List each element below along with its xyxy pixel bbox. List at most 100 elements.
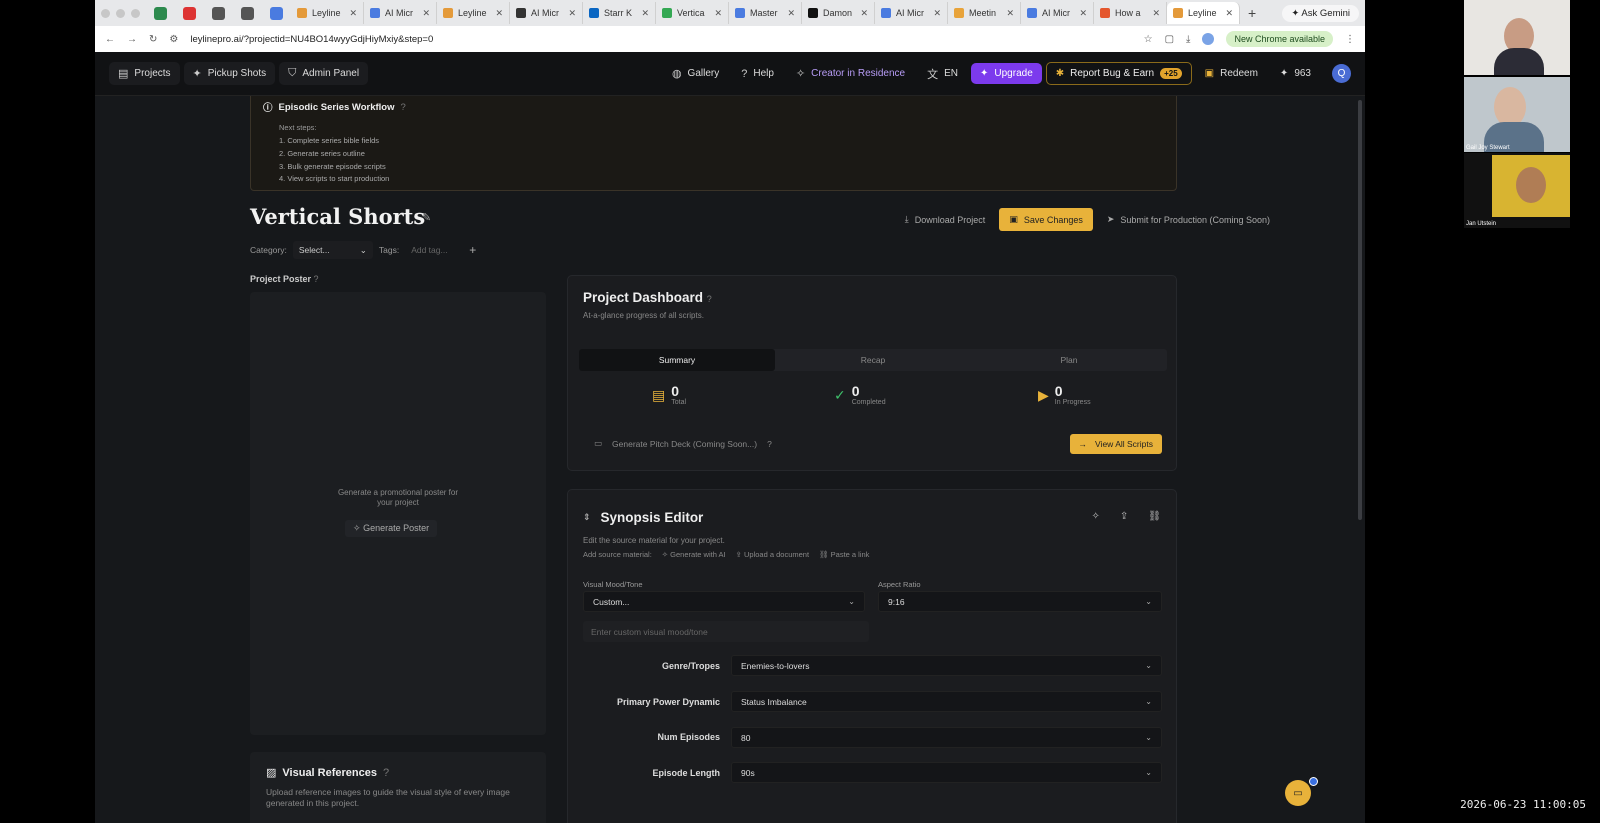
close-tab-icon[interactable]: ✕ xyxy=(1079,8,1087,19)
link-icon[interactable]: ⛓ xyxy=(1148,511,1161,522)
browser-tab[interactable]: Damon ✕ xyxy=(802,2,875,24)
tag-input[interactable]: Add tag... xyxy=(405,241,463,259)
power-dynamic-select[interactable]: Status Imbalance ⌄ xyxy=(731,691,1162,712)
chrome-menu-icon[interactable]: ⋮ xyxy=(1345,34,1355,45)
upgrade-button[interactable]: ✦ Upgrade xyxy=(971,63,1042,84)
magic-wand-icon[interactable]: ✧ xyxy=(1092,511,1100,522)
close-tab-icon[interactable]: ✕ xyxy=(495,8,503,19)
edit-pencil-icon[interactable]: ✎ xyxy=(422,211,431,224)
forward-icon[interactable]: → xyxy=(127,34,137,45)
admin-panel-button[interactable]: ⛉ Admin Panel xyxy=(279,62,369,85)
upload-document-link[interactable]: ⇪ Upload a document xyxy=(736,550,809,559)
report-bug-button[interactable]: ✱ Report Bug & Earn +25 xyxy=(1045,62,1192,85)
download-icon[interactable]: ⤓ xyxy=(1186,34,1190,45)
save-changes-button[interactable]: ▣ Save Changes xyxy=(999,208,1093,231)
close-tab-icon[interactable]: ✕ xyxy=(860,8,868,19)
close-tab-icon[interactable]: ✕ xyxy=(349,8,357,19)
browser-tab[interactable]: AI Micr ✕ xyxy=(875,2,948,24)
close-tab-icon[interactable]: ✕ xyxy=(422,8,430,19)
close-tab-icon[interactable]: ✕ xyxy=(641,8,649,19)
participant-video[interactable] xyxy=(1464,0,1570,75)
browser-tab[interactable]: Leyline ✕ xyxy=(291,2,364,24)
url-field[interactable]: leylinepro.ai/?projectid=NU4BO14wyyGdjHi… xyxy=(190,34,1131,45)
tab-plan[interactable]: Plan xyxy=(971,349,1167,371)
help-icon[interactable]: ? xyxy=(767,439,772,449)
redeem-button[interactable]: ▣ Redeem xyxy=(1196,63,1267,84)
new-chrome-available-button[interactable]: New Chrome available xyxy=(1226,31,1333,47)
aspect-ratio-select[interactable]: 9:16 ⌄ xyxy=(878,591,1162,612)
help-icon[interactable]: ? xyxy=(314,274,319,284)
reload-icon[interactable]: ↻ xyxy=(149,34,157,45)
upload-icon[interactable]: ⇪ xyxy=(1120,511,1128,522)
participant-video[interactable]: Gail Joy Stewart xyxy=(1464,77,1570,152)
browser-tab[interactable]: AI Micr ✕ xyxy=(510,2,583,24)
download-project-button[interactable]: ⤓ Download Project xyxy=(905,214,986,225)
help-icon[interactable]: ? xyxy=(383,767,389,779)
genre-select[interactable]: Enemies-to-lovers ⌄ xyxy=(731,655,1162,676)
tab-summary[interactable]: Summary xyxy=(579,349,775,371)
pinned-tab-icon[interactable] xyxy=(270,6,283,20)
avatar[interactable]: Q xyxy=(1332,64,1351,83)
ask-gemini-button[interactable]: ✦ Ask Gemini xyxy=(1282,4,1359,22)
browser-tab[interactable]: Vertica ✕ xyxy=(656,2,729,24)
page-scrollbar[interactable] xyxy=(1358,100,1362,520)
collapse-chevron-icon[interactable]: ⇕ xyxy=(583,512,591,523)
browser-tab[interactable]: Master ✕ xyxy=(729,2,802,24)
close-tab-icon[interactable]: ✕ xyxy=(1225,8,1233,19)
browser-tab[interactable]: AI Micr ✕ xyxy=(364,2,437,24)
pinned-tab-icon[interactable] xyxy=(154,6,167,20)
paste-link-link[interactable]: ⛓ Paste a link xyxy=(819,550,869,559)
close-tab-icon[interactable]: ✕ xyxy=(1006,8,1014,19)
back-icon[interactable]: ← xyxy=(105,34,115,45)
aspect-label: Aspect Ratio xyxy=(878,580,921,589)
close-tab-icon[interactable]: ✕ xyxy=(787,8,795,19)
pickup-shots-button[interactable]: ✦ Pickup Shots xyxy=(183,62,276,85)
custom-mood-input[interactable]: Enter custom visual mood/tone xyxy=(583,621,869,642)
creator-in-residence-button[interactable]: ✧ Creator in Residence xyxy=(787,62,914,85)
help-icon[interactable]: ? xyxy=(707,294,712,304)
generate-poster-button[interactable]: ✧ Generate Poster xyxy=(345,520,438,537)
close-tab-icon[interactable]: ✕ xyxy=(568,8,576,19)
help-icon[interactable]: ? xyxy=(400,102,405,113)
browser-tab[interactable]: Meetin ✕ xyxy=(948,2,1021,24)
browser-tab[interactable]: How a ✕ xyxy=(1094,2,1167,24)
projects-button[interactable]: ▤ Projects xyxy=(109,62,180,85)
episode-length-select[interactable]: 90s ⌄ xyxy=(731,762,1162,783)
mood-select[interactable]: Custom... ⌄ xyxy=(583,591,865,612)
pinned-tab-icon[interactable] xyxy=(212,6,225,20)
language-button[interactable]: 文 EN xyxy=(918,61,967,87)
num-episodes-select[interactable]: 80 ⌄ xyxy=(731,727,1162,748)
new-tab-button[interactable]: + xyxy=(1248,5,1256,21)
add-tag-button[interactable]: + xyxy=(469,243,476,257)
close-tab-icon[interactable]: ✕ xyxy=(933,8,941,19)
chat-support-button[interactable]: ▭ xyxy=(1285,780,1311,806)
browser-tab[interactable]: Starr K ✕ xyxy=(583,2,656,24)
credits-counter[interactable]: ✦ 963 xyxy=(1271,63,1320,84)
browser-tab[interactable]: Leyline ✕ xyxy=(1167,2,1240,24)
view-all-scripts-button[interactable]: → View All Scripts xyxy=(1069,434,1162,454)
gallery-button[interactable]: ◍ Gallery xyxy=(663,62,728,85)
site-info-icon[interactable]: ⚙ xyxy=(169,34,178,45)
minimize-window-dot[interactable] xyxy=(116,8,125,18)
tab-recap[interactable]: Recap xyxy=(775,349,971,371)
generate-pitch-deck-button[interactable]: ▭ Generate Pitch Deck (Coming Soon...)? xyxy=(594,438,772,449)
participant-video[interactable]: Jan Utstein xyxy=(1464,153,1570,228)
close-tab-icon[interactable]: ✕ xyxy=(714,8,722,19)
submit-production-button[interactable]: ➤ Submit for Production (Coming Soon) xyxy=(1107,214,1270,225)
browser-tab[interactable]: AI Micr ✕ xyxy=(1021,2,1094,24)
profile-icon[interactable] xyxy=(1202,33,1215,45)
pinned-tab-icon[interactable] xyxy=(241,6,254,20)
pinned-tab-icon[interactable] xyxy=(183,6,196,20)
category-select[interactable]: Select... ⌄ xyxy=(292,241,373,259)
close-window-dot[interactable] xyxy=(101,8,110,18)
close-tab-icon[interactable]: ✕ xyxy=(1152,8,1160,19)
browser-tab[interactable]: Leyline ✕ xyxy=(437,2,510,24)
extensions-icon[interactable]: ▢ xyxy=(1165,34,1174,45)
pitch-deck-label: Generate Pitch Deck (Coming Soon...) xyxy=(612,438,758,449)
chat-icon: ▭ xyxy=(1293,787,1303,799)
bookmark-star-icon[interactable]: ☆ xyxy=(1144,34,1153,45)
maximize-window-dot[interactable] xyxy=(131,8,140,18)
generate-ai-link[interactable]: ✧ Generate with AI xyxy=(662,550,726,559)
generate-ai-label: Generate with AI xyxy=(670,550,726,559)
help-button[interactable]: ? Help xyxy=(732,63,783,85)
